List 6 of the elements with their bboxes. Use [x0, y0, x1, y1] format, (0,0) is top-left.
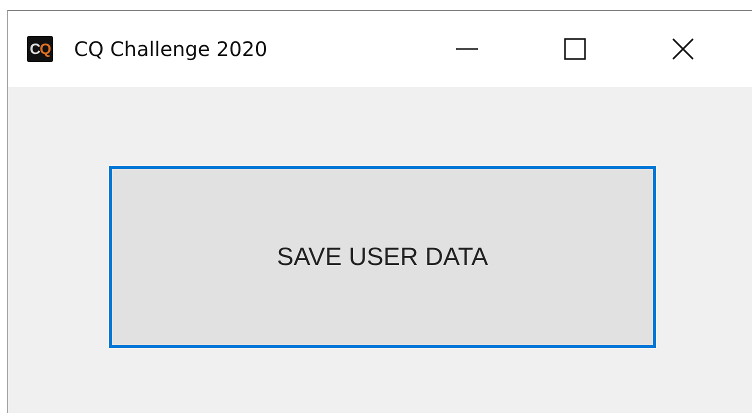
window-title: CQ Challenge 2020 — [74, 37, 268, 61]
minimize-icon — [455, 48, 480, 50]
maximize-icon — [563, 37, 588, 61]
save-button[interactable]: SAVE USER DATA — [109, 166, 656, 348]
close-icon — [671, 37, 696, 61]
app-icon: CQ — [27, 36, 53, 62]
